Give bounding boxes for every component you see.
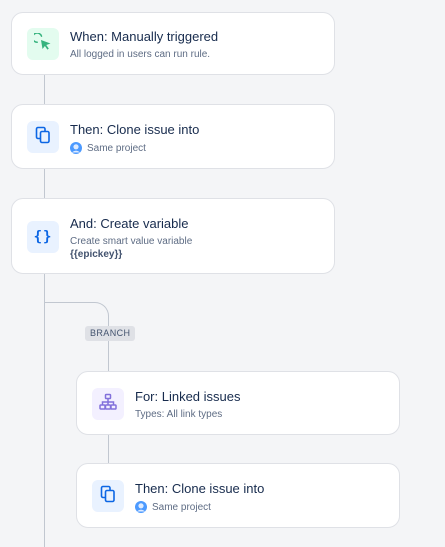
linked-issues-title: For: Linked issues [135, 389, 241, 404]
copy-icon [35, 126, 51, 149]
trigger-subtitle: All logged in users can run rule. [70, 49, 211, 60]
linked-issues-card[interactable]: For: Linked issues Types: All link types [76, 371, 400, 435]
project-avatar-icon [135, 501, 147, 513]
clone-icon-box [27, 121, 59, 153]
trigger-title: When: Manually triggered [70, 29, 219, 44]
variable-name: {{epickey}} [70, 249, 123, 260]
clone-issue-title: Then: Clone issue into [70, 122, 200, 137]
project-avatar-icon [70, 142, 82, 154]
project-name: Same project [87, 142, 146, 154]
trigger-card[interactable]: When: Manually triggered All logged in u… [11, 12, 335, 75]
clone-issue-card[interactable]: Then: Clone issue into Same project [11, 104, 335, 169]
hierarchy-icon [99, 393, 117, 416]
linked-issues-subtitle: Types: All link types [135, 409, 223, 420]
linked-issues-icon-box [92, 388, 124, 420]
clone-issue-subtitle: Same project [70, 142, 146, 154]
branch-label: BRANCH [85, 326, 136, 341]
braces-icon: {} [33, 229, 53, 245]
branch-clone-issue-subtitle: Same project [135, 501, 211, 513]
copy-icon [100, 485, 116, 508]
cursor-click-icon [31, 31, 52, 56]
create-variable-card[interactable]: {} And: Create variable Create smart val… [11, 198, 335, 274]
branch-clone-issue-title: Then: Clone issue into [135, 481, 265, 496]
variable-icon-box: {} [27, 221, 59, 253]
create-variable-title: And: Create variable [70, 216, 189, 231]
project-name: Same project [152, 501, 211, 513]
branch-clone-issue-card[interactable]: Then: Clone issue into Same project [76, 463, 400, 528]
create-variable-subtitle: Create smart value variable [70, 236, 193, 247]
branch-clone-icon-box [92, 480, 124, 512]
trigger-icon-box [27, 28, 59, 60]
